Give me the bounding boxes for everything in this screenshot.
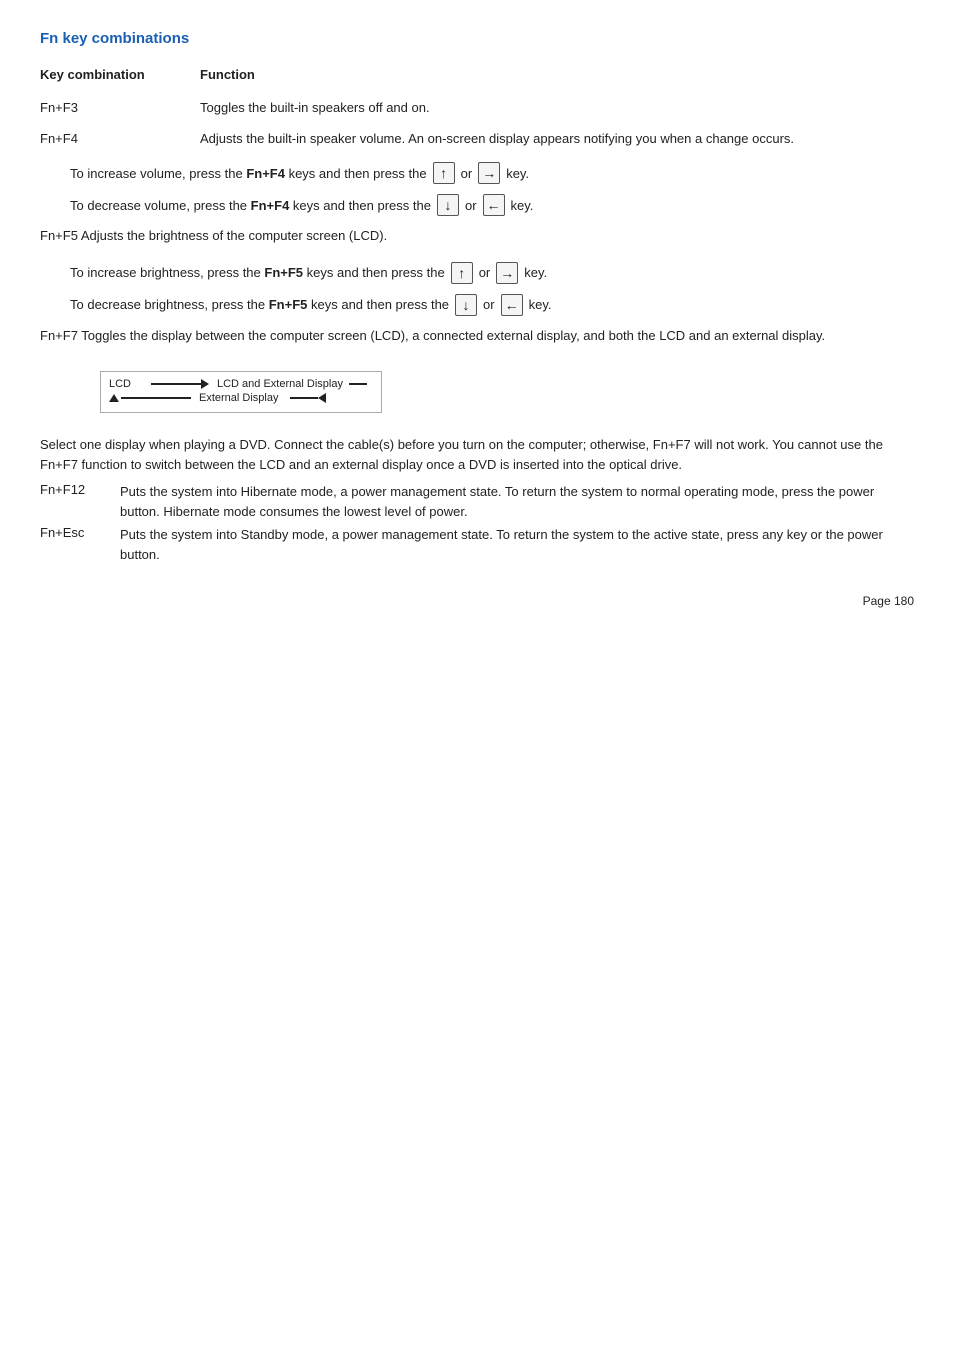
fn-f3-section: Fn+F3 Toggles the built-in speakers off …: [40, 100, 914, 115]
or-text-2: or: [465, 198, 477, 213]
fn-f7-desc: Fn+F7 Toggles the display between the co…: [40, 326, 914, 346]
lcd-back-arrow: [290, 393, 326, 403]
right-arrow-icon-bright: →: [496, 262, 518, 284]
lcd-end-line: [349, 383, 367, 385]
fn-f5-desc: Fn+F5 Adjusts the brightness of the comp…: [40, 226, 914, 246]
page-title: Fn key combinations: [40, 30, 914, 47]
or-text-1: or: [461, 166, 473, 181]
fn-f3-key: Fn+F3: [40, 100, 200, 115]
fn-f12-key: Fn+F12: [40, 482, 120, 497]
or-text-4: or: [483, 297, 495, 312]
lcd-line-3: [121, 397, 191, 399]
ext-display-label: External Display: [199, 392, 278, 404]
lcd-label: LCD: [109, 378, 147, 390]
decrease-volume-text: To decrease volume, press the Fn+F4 keys…: [70, 198, 431, 213]
fn-esc-row: Fn+Esc Puts the system into Standby mode…: [40, 525, 914, 564]
decrease-brightness-line: To decrease brightness, press the Fn+F5 …: [70, 294, 914, 316]
left-arrowhead: [318, 393, 326, 403]
up-arrow-icon: ↑: [433, 162, 455, 184]
fn-f7-section: Fn+F7 Toggles the display between the co…: [40, 326, 914, 346]
fn-f4-key: Fn+F4: [40, 131, 200, 146]
bottom-text-block: Select one display when playing a DVD. C…: [40, 435, 914, 564]
fn-f12-desc: Puts the system into Hibernate mode, a p…: [120, 482, 914, 521]
fn-f4-desc: Adjusts the built-in speaker volume. An …: [200, 131, 914, 146]
decrease-brightness-text: To decrease brightness, press the Fn+F5 …: [70, 297, 449, 312]
fn-f5-section: Fn+F5 Adjusts the brightness of the comp…: [40, 226, 914, 246]
fn-esc-key: Fn+Esc: [40, 525, 120, 540]
left-arrow-icon-vol: ←: [483, 194, 505, 216]
lcd-line-4: [290, 397, 318, 399]
left-arrow-icon-bright: ←: [501, 294, 523, 316]
header-row: Key combination Function: [40, 67, 914, 82]
lcd-line-2: [349, 383, 367, 385]
key-end-2: key.: [511, 198, 534, 213]
lcd-and-ext-label: LCD and External Display: [217, 378, 343, 390]
lcd-diagram: LCD LCD and External Display External Di…: [100, 371, 382, 413]
down-arrow-icon-vol: ↓: [437, 194, 459, 216]
arrow-right-head: [201, 379, 209, 389]
up-arrow-icon-bright: ↑: [451, 262, 473, 284]
fn-f3-desc: Toggles the built-in speakers off and on…: [200, 100, 914, 115]
right-arrow-icon: →: [478, 162, 500, 184]
lcd-top-row: LCD LCD and External Display: [109, 378, 367, 390]
key-end-4: key.: [529, 297, 552, 312]
increase-volume-text: To increase volume, press the Fn+F4 keys…: [70, 166, 427, 181]
header-key-combination: Key combination: [40, 67, 200, 82]
fn-esc-desc: Puts the system into Standby mode, a pow…: [120, 525, 914, 564]
up-arrowhead: [109, 394, 119, 402]
dvd-note: Select one display when playing a DVD. C…: [40, 435, 914, 474]
key-end-3: key.: [524, 265, 547, 280]
lcd-arrow-right-line: [151, 379, 209, 389]
key-end-1: key.: [506, 166, 529, 181]
increase-volume-line: To increase volume, press the Fn+F4 keys…: [70, 162, 914, 184]
increase-brightness-line: To increase brightness, press the Fn+F5 …: [70, 262, 914, 284]
page-number: Page 180: [40, 594, 914, 608]
header-function: Function: [200, 67, 255, 82]
decrease-volume-line: To decrease volume, press the Fn+F4 keys…: [70, 194, 914, 216]
fn-f4-section: Fn+F4 Adjusts the built-in speaker volum…: [40, 131, 914, 146]
lcd-bottom-row: External Display: [109, 392, 367, 404]
increase-brightness-text: To increase brightness, press the Fn+F5 …: [70, 265, 445, 280]
lcd-line-1: [151, 383, 201, 385]
lcd-up-arrow: [109, 394, 191, 402]
or-text-3: or: [479, 265, 491, 280]
down-arrow-icon-bright: ↓: [455, 294, 477, 316]
lcd-diagram-container: LCD LCD and External Display External Di…: [70, 361, 914, 423]
fn-f12-row: Fn+F12 Puts the system into Hibernate mo…: [40, 482, 914, 521]
